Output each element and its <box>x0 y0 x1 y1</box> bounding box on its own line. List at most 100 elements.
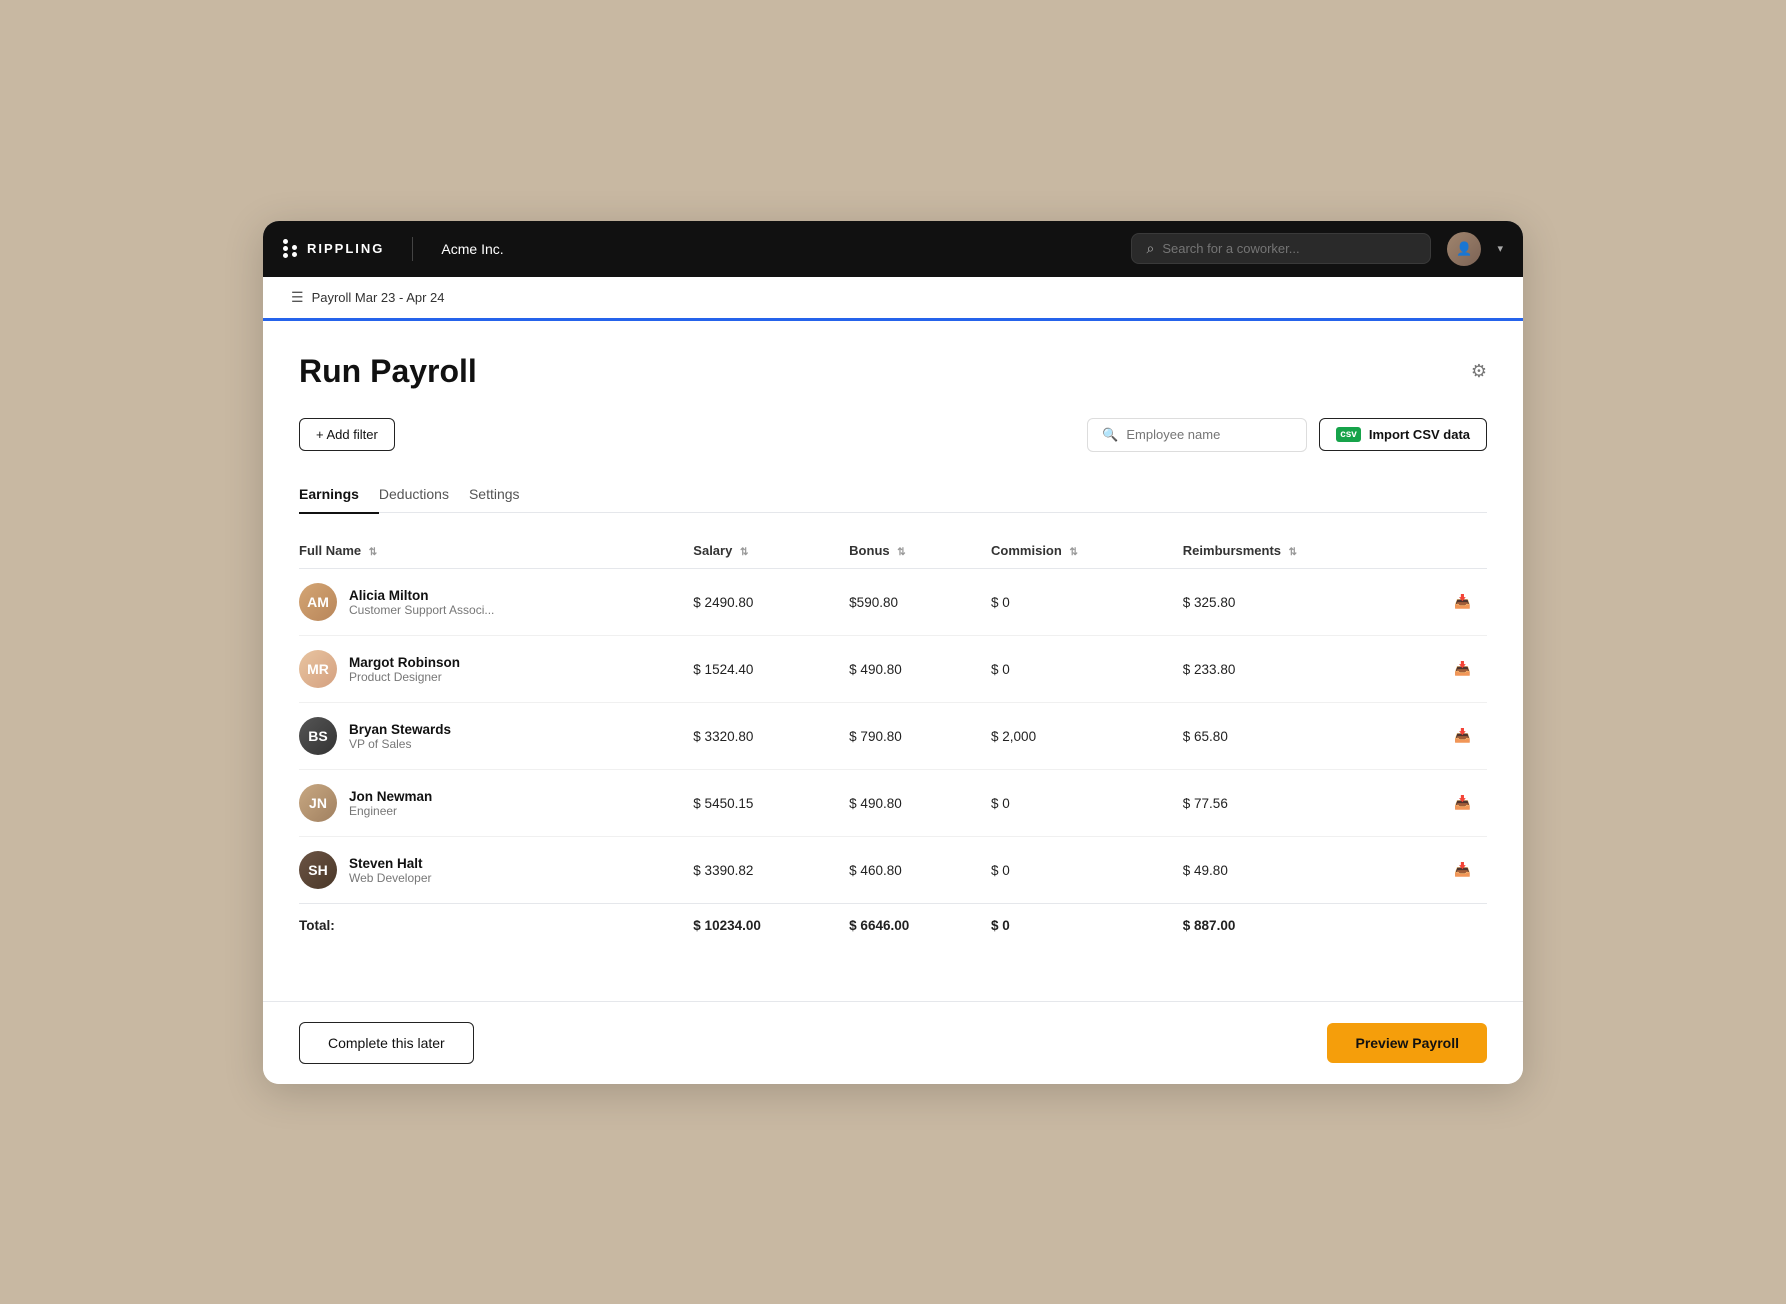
avatar: JN <box>299 784 337 822</box>
commision-cell: $ 2,000 <box>991 703 1183 770</box>
row-action-icon[interactable]: 📥 <box>1426 569 1487 636</box>
tabs: Earnings Deductions Settings <box>299 476 1487 514</box>
employee-role: VP of Sales <box>349 737 451 751</box>
add-filter-button[interactable]: + Add filter <box>299 418 395 451</box>
employee-name: Alicia Milton <box>349 588 494 603</box>
employee-search-input[interactable] <box>1126 427 1292 442</box>
csv-icon: csv <box>1336 427 1361 442</box>
commision-cell: $ 0 <box>991 770 1183 837</box>
global-search[interactable]: ⌕ <box>1131 233 1431 264</box>
salary-cell: $ 2490.80 <box>693 569 849 636</box>
employee-info: Steven Halt Web Developer <box>349 856 432 885</box>
user-avatar[interactable]: 👤 <box>1447 232 1481 266</box>
salary-cell: $ 3390.82 <box>693 837 849 904</box>
reimbursments-cell: $ 65.80 <box>1183 703 1426 770</box>
logo-dot <box>292 245 297 250</box>
reimbursments-cell: $ 325.80 <box>1183 569 1426 636</box>
total-salary: $ 10234.00 <box>693 904 849 948</box>
salary-cell: $ 5450.15 <box>693 770 849 837</box>
total-bonus: $ 6646.00 <box>849 904 991 948</box>
col-reimbursments[interactable]: Reimbursments ⇅ <box>1183 533 1426 569</box>
footer: Complete this later Preview Payroll <box>263 1001 1523 1084</box>
import-csv-label: Import CSV data <box>1369 427 1470 442</box>
avatar: MR <box>299 650 337 688</box>
logo-text: RIPPLING <box>307 241 384 256</box>
logo-dot <box>283 246 288 251</box>
reimbursments-cell: $ 77.56 <box>1183 770 1426 837</box>
employee-role: Customer Support Associ... <box>349 603 494 617</box>
settings-gear-icon[interactable]: ⚙ <box>1471 361 1487 382</box>
employee-info: Alicia Milton Customer Support Associ... <box>349 588 494 617</box>
avatar: BS <box>299 717 337 755</box>
employee-role: Engineer <box>349 804 432 818</box>
preview-payroll-button[interactable]: Preview Payroll <box>1327 1023 1487 1063</box>
filter-right: 🔍 csv Import CSV data <box>1087 418 1487 452</box>
employee-info: Jon Newman Engineer <box>349 789 432 818</box>
payroll-table: Full Name ⇅ Salary ⇅ Bonus ⇅ Commision ⇅ <box>299 533 1487 947</box>
employee-role: Web Developer <box>349 871 432 885</box>
table-row: MR Margot Robinson Product Designer $ 15… <box>299 636 1487 703</box>
logo-dot <box>283 253 288 258</box>
breadcrumb-bar: ☰ Payroll Mar 23 - Apr 24 <box>263 277 1523 321</box>
employee-info: Margot Robinson Product Designer <box>349 655 460 684</box>
total-action-placeholder <box>1426 904 1487 948</box>
employee-cell: MR Margot Robinson Product Designer <box>299 636 693 703</box>
sort-arrows-commision: ⇅ <box>1069 547 1077 558</box>
top-nav: RIPPLING Acme Inc. ⌕ 👤 ▾ <box>263 221 1523 277</box>
employee-name: Bryan Stewards <box>349 722 451 737</box>
sort-arrows-bonus: ⇅ <box>897 547 905 558</box>
col-bonus[interactable]: Bonus ⇅ <box>849 533 991 569</box>
row-action-icon[interactable]: 📥 <box>1426 636 1487 703</box>
page-title: Run Payroll <box>299 353 477 390</box>
global-search-input[interactable] <box>1162 241 1416 256</box>
rippling-logo-icon <box>283 239 297 258</box>
row-action-icon[interactable]: 📥 <box>1426 837 1487 904</box>
import-csv-button[interactable]: csv Import CSV data <box>1319 418 1487 451</box>
complete-later-label: Complete this later <box>328 1035 445 1051</box>
bonus-cell: $ 490.80 <box>849 770 991 837</box>
employee-info: Bryan Stewards VP of Sales <box>349 722 451 751</box>
company-name: Acme Inc. <box>441 241 503 257</box>
tab-earnings[interactable]: Earnings <box>299 476 379 514</box>
bonus-cell: $ 790.80 <box>849 703 991 770</box>
chevron-down-icon[interactable]: ▾ <box>1497 242 1503 255</box>
commision-cell: $ 0 <box>991 569 1183 636</box>
avatar: SH <box>299 851 337 889</box>
commision-cell: $ 0 <box>991 636 1183 703</box>
sort-arrows-fullname: ⇅ <box>369 547 377 558</box>
table-row: BS Bryan Stewards VP of Sales $ 3320.80 … <box>299 703 1487 770</box>
commision-cell: $ 0 <box>991 837 1183 904</box>
complete-later-button[interactable]: Complete this later <box>299 1022 474 1064</box>
breadcrumb: Payroll Mar 23 - Apr 24 <box>312 290 445 305</box>
add-filter-label: + Add filter <box>316 427 378 442</box>
preview-payroll-label: Preview Payroll <box>1355 1035 1459 1051</box>
table-body: AM Alicia Milton Customer Support Associ… <box>299 569 1487 948</box>
total-commision: $ 0 <box>991 904 1183 948</box>
search-icon: 🔍 <box>1102 427 1118 443</box>
row-action-icon[interactable]: 📥 <box>1426 770 1487 837</box>
search-icon: ⌕ <box>1146 240 1154 257</box>
total-reimbursments: $ 887.00 <box>1183 904 1426 948</box>
sort-arrows-reimbursments: ⇅ <box>1289 547 1297 558</box>
tab-deductions[interactable]: Deductions <box>379 476 469 514</box>
employee-name: Steven Halt <box>349 856 432 871</box>
col-commision[interactable]: Commision ⇅ <box>991 533 1183 569</box>
bonus-cell: $ 490.80 <box>849 636 991 703</box>
main-window: RIPPLING Acme Inc. ⌕ 👤 ▾ ☰ Payroll Mar 2… <box>263 221 1523 1084</box>
employee-name: Margot Robinson <box>349 655 460 670</box>
main-content: Run Payroll ⚙ + Add filter 🔍 csv Import … <box>263 321 1523 1001</box>
employee-cell: AM Alicia Milton Customer Support Associ… <box>299 569 693 636</box>
nav-divider <box>412 237 413 261</box>
logo: RIPPLING <box>283 239 384 258</box>
salary-cell: $ 1524.40 <box>693 636 849 703</box>
sort-arrows-salary: ⇅ <box>740 547 748 558</box>
row-action-icon[interactable]: 📥 <box>1426 703 1487 770</box>
employee-search[interactable]: 🔍 <box>1087 418 1307 452</box>
col-fullname[interactable]: Full Name ⇅ <box>299 533 693 569</box>
breadcrumb-icon: ☰ <box>291 289 304 306</box>
employee-cell: BS Bryan Stewards VP of Sales <box>299 703 693 770</box>
employee-name: Jon Newman <box>349 789 432 804</box>
col-salary[interactable]: Salary ⇅ <box>693 533 849 569</box>
totals-row: Total: $ 10234.00 $ 6646.00 $ 0 $ 887.00 <box>299 904 1487 948</box>
tab-settings[interactable]: Settings <box>469 476 540 514</box>
